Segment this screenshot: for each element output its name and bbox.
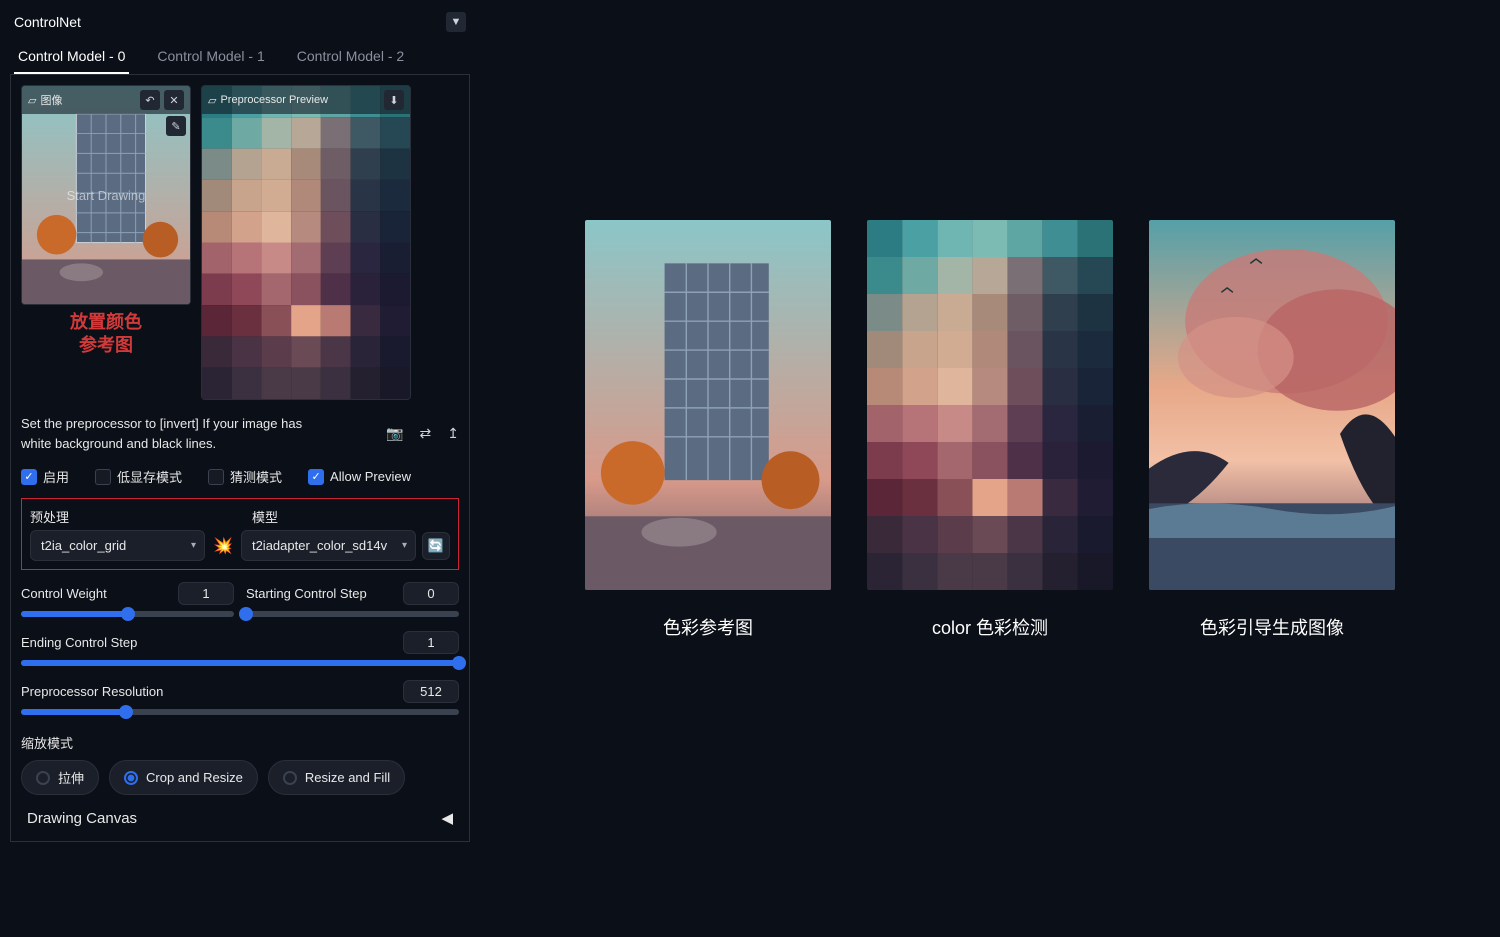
showcase-generated-image [1149, 220, 1395, 590]
preprocessor-resolution-slider[interactable] [21, 709, 459, 715]
control-weight-value[interactable]: 1 [178, 582, 234, 605]
download-icon[interactable]: ⬇ [384, 90, 404, 110]
preprocessor-dropdown[interactable]: t2ia_color_grid [30, 530, 205, 561]
resize-stretch-radio[interactable]: 拉伸 [21, 760, 99, 795]
close-icon[interactable]: ✕ [164, 90, 184, 110]
undo-icon[interactable]: ↶ [140, 90, 160, 110]
preview-badge-icon: ▱ [208, 94, 216, 107]
controlnet-panel: ControlNet ▼ Control Model - 0 Control M… [0, 0, 480, 850]
model-dropdown[interactable]: t2iadapter_color_sd14v [241, 530, 416, 561]
control-weight-label: Control Weight [21, 586, 107, 601]
source-image-box[interactable]: ▱ 图像 ↶ ✕ ✎ [21, 85, 191, 305]
send-up-icon[interactable]: ↥ [447, 425, 459, 442]
resize-mode-label: 缩放模式 [21, 733, 459, 752]
preprocessor-resolution-value[interactable]: 512 [403, 680, 459, 703]
image-badge-icon: ▱ [28, 94, 36, 107]
showcase-caption-3: 色彩引导生成图像 [1149, 614, 1395, 640]
allow-preview-checkbox[interactable]: Allow Preview [308, 467, 411, 486]
panel-title: ControlNet [14, 14, 81, 30]
model-tabs: Control Model - 0 Control Model - 1 Cont… [10, 40, 470, 75]
starting-step-slider[interactable] [246, 611, 459, 617]
tab-model-1[interactable]: Control Model - 1 [153, 40, 268, 74]
showcase-caption-2: color 色彩检测 [867, 614, 1113, 640]
showcase-caption-1: 色彩参考图 [585, 614, 831, 640]
resize-fill-radio[interactable]: Resize and Fill [268, 760, 405, 795]
guess-checkbox[interactable]: 猜测模式 [208, 467, 282, 486]
starting-step-value[interactable]: 0 [403, 582, 459, 605]
image-label: 图像 [40, 92, 62, 108]
source-image [22, 86, 190, 304]
preprocessor-preview-box: ▱ Preprocessor Preview ⬇ [201, 85, 411, 400]
showcase-color-detection [867, 220, 1113, 590]
model-selection-section: 预处理 模型 t2ia_color_grid 💥 t2iadapter_colo… [21, 498, 459, 570]
preprocessor-resolution-label: Preprocessor Resolution [21, 684, 163, 699]
brush-icon[interactable]: ✎ [166, 116, 186, 136]
preview-label: Preprocessor Preview [220, 94, 328, 106]
collapse-icon[interactable]: ▼ [446, 12, 466, 32]
lowvram-checkbox[interactable]: 低显存模式 [95, 467, 182, 486]
preprocessor-label: 预处理 [30, 507, 228, 526]
camera-icon[interactable]: 📷 [386, 425, 403, 442]
tab-model-0[interactable]: Control Model - 0 [14, 40, 129, 74]
model-label: 模型 [252, 507, 450, 526]
starting-step-label: Starting Control Step [246, 586, 367, 601]
hint-text: Set the preprocessor to [invert] If your… [21, 414, 321, 453]
accordion-icon: ◀ [441, 809, 453, 827]
ending-step-slider[interactable] [21, 660, 459, 666]
ending-step-value[interactable]: 1 [403, 631, 459, 654]
refresh-icon[interactable]: 🔄 [422, 532, 450, 560]
showcase-source-image [585, 220, 831, 590]
enable-checkbox[interactable]: 启用 [21, 467, 69, 486]
tab-model-2[interactable]: Control Model - 2 [293, 40, 408, 74]
explosion-icon[interactable]: 💥 [211, 536, 235, 556]
swap-icon[interactable]: ⇄ [420, 425, 432, 442]
showcase-area: 色彩参考图 co [480, 0, 1500, 850]
control-weight-slider[interactable] [21, 611, 234, 617]
annotation-text: 放置颜色 参考图 [21, 311, 191, 356]
ending-step-label: Ending Control Step [21, 635, 137, 650]
preview-image [202, 86, 410, 399]
drawing-canvas-accordion[interactable]: Drawing Canvas ◀ [21, 795, 459, 831]
resize-crop-radio[interactable]: Crop and Resize [109, 760, 258, 795]
